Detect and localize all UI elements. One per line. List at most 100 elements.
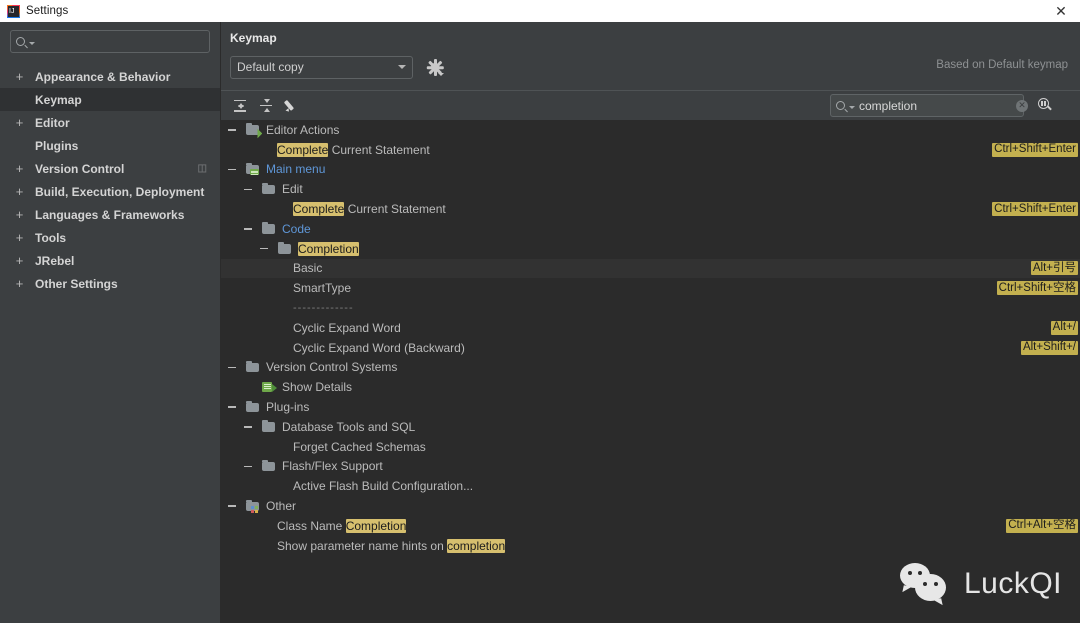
keymap-find-input[interactable] bbox=[855, 97, 1016, 114]
tree-row[interactable]: Plug-ins bbox=[221, 397, 1080, 417]
tree-row-text: Database Tools and SQL bbox=[282, 419, 416, 434]
sidebar-item-plugins[interactable]: +Plugins bbox=[0, 134, 220, 157]
tree-row[interactable]: Edit bbox=[221, 179, 1080, 199]
folder-icon bbox=[277, 242, 293, 256]
tree-row-content: Main menu bbox=[245, 162, 325, 176]
folder-icon bbox=[261, 459, 277, 473]
find-by-shortcut-button[interactable] bbox=[1036, 97, 1054, 115]
tree-row[interactable]: Completion bbox=[221, 239, 1080, 259]
expand-icon[interactable]: + bbox=[14, 231, 25, 244]
tree-row-text: ------------- bbox=[293, 302, 354, 315]
tree-row-content: Flash/Flex Support bbox=[261, 459, 383, 473]
keymap-dropdown[interactable]: Default copy bbox=[230, 55, 413, 79]
sidebar-item-languages-frameworks[interactable]: + Languages & Frameworks bbox=[0, 203, 220, 226]
keymap-find-box[interactable]: ✕ bbox=[830, 94, 1028, 117]
tree-collapse-toggle[interactable] bbox=[227, 501, 237, 511]
expand-icon[interactable]: + bbox=[14, 254, 25, 267]
tree-row-text: Current Statement bbox=[344, 202, 446, 217]
tree-collapse-toggle[interactable] bbox=[243, 224, 253, 234]
tree-row[interactable]: Show parameter name hints on completion bbox=[221, 536, 1080, 556]
tree-row-label: Editor Actions bbox=[266, 123, 339, 137]
edit-shortcut-button[interactable] bbox=[279, 94, 305, 118]
tree-row[interactable]: Show Details bbox=[221, 377, 1080, 397]
tree-row-content: Cyclic Expand Word (Backward) bbox=[293, 341, 465, 355]
sidebar-item-version-control[interactable]: + Version Control ◫ bbox=[0, 157, 220, 180]
tree-collapse-toggle[interactable] bbox=[227, 362, 237, 372]
tree-row[interactable]: Cyclic Expand Word (Backward) Alt+Shift+/ bbox=[221, 338, 1080, 358]
sidebar-item-label: Editor bbox=[35, 115, 70, 130]
tree-row-text: Active Flash Build Configuration... bbox=[293, 479, 474, 494]
search-input[interactable] bbox=[35, 33, 204, 50]
tree-row-label: Main menu bbox=[266, 162, 325, 176]
tree-row-label: Active Flash Build Configuration... bbox=[293, 479, 473, 493]
tree-collapse-toggle[interactable] bbox=[227, 164, 237, 174]
settings-sidebar: +Appearance & Behavior+Keymap + Editor +Plu… bbox=[0, 22, 221, 623]
sidebar-item-label: Other Settings bbox=[35, 276, 118, 291]
expand-icon[interactable]: + bbox=[14, 116, 25, 129]
tree-row[interactable]: Forget Cached Schemas bbox=[221, 437, 1080, 457]
tree-row[interactable]: Complete Current Statement Ctrl+Shift+Ent… bbox=[221, 140, 1080, 160]
tree-row-label: Cyclic Expand Word (Backward) bbox=[293, 341, 465, 355]
tree-row[interactable]: Version Control Systems bbox=[221, 358, 1080, 378]
tree-row[interactable]: Code bbox=[221, 219, 1080, 239]
expand-all-button[interactable] bbox=[227, 94, 253, 118]
sidebar-item-editor[interactable]: + Editor bbox=[0, 111, 220, 134]
tree-row[interactable]: Database Tools and SQL bbox=[221, 417, 1080, 437]
tree-row[interactable]: Other bbox=[221, 496, 1080, 516]
tree-row[interactable]: Cyclic Expand Word Alt+/ bbox=[221, 318, 1080, 338]
gear-icon[interactable] bbox=[426, 58, 444, 76]
expand-icon[interactable]: + bbox=[14, 162, 25, 175]
panel-header: Keymap Default copy Based on Default key… bbox=[221, 22, 1080, 79]
shortcut-badge: Alt+Shift+/ bbox=[1020, 340, 1078, 355]
expand-icon[interactable]: + bbox=[14, 70, 25, 83]
tree-collapse-toggle[interactable] bbox=[243, 422, 253, 432]
tree-row-content: Active Flash Build Configuration... bbox=[293, 479, 473, 493]
keymap-tree[interactable]: Editor Actions Complete Current Statement… bbox=[221, 120, 1080, 623]
close-icon[interactable]: ✕ bbox=[1050, 0, 1072, 22]
edit-pencil-icon bbox=[283, 99, 299, 113]
tree-row-text: Show parameter name hints on bbox=[277, 538, 448, 553]
sidebar-item-label: Build, Execution, Deployment bbox=[35, 184, 205, 199]
shortcut-badge: Ctrl+Shift+空格 bbox=[996, 281, 1078, 296]
sidebar-item-other-settings[interactable]: + Other Settings bbox=[0, 272, 220, 295]
expand-icon[interactable]: + bbox=[14, 208, 25, 221]
tree-row[interactable]: Main menu bbox=[221, 160, 1080, 180]
tree-row[interactable]: ------------- bbox=[221, 298, 1080, 318]
keymap-panel: Keymap Default copy Based on Default key… bbox=[221, 22, 1080, 623]
tree-row[interactable]: Flash/Flex Support bbox=[221, 457, 1080, 477]
tree-row[interactable]: Complete Current Statement Ctrl+Shift+Ent… bbox=[221, 199, 1080, 219]
sidebar-item-jrebel[interactable]: + JRebel bbox=[0, 249, 220, 272]
tree-collapse-toggle[interactable] bbox=[243, 461, 253, 471]
tree-row-text: Show Details bbox=[282, 380, 353, 395]
tree-row-text: Forget Cached Schemas bbox=[293, 439, 426, 454]
tree-row-label: Show parameter name hints on completion bbox=[277, 538, 506, 553]
tree-row[interactable]: Active Flash Build Configuration... bbox=[221, 476, 1080, 496]
sidebar-item-keymap[interactable]: +Keymap bbox=[0, 88, 220, 111]
sidebar-item-tools[interactable]: + Tools bbox=[0, 226, 220, 249]
sidebar-search-box[interactable] bbox=[10, 30, 210, 53]
collapse-all-button[interactable] bbox=[253, 94, 279, 118]
search-icon bbox=[836, 101, 845, 110]
tree-row[interactable]: Basic Alt+引号 bbox=[221, 258, 1080, 279]
tree-row-content: SmartType bbox=[293, 281, 351, 295]
tree-collapse-toggle[interactable] bbox=[227, 125, 237, 135]
expand-icon[interactable]: + bbox=[14, 277, 25, 290]
tree-row-text: Other bbox=[266, 499, 297, 514]
sidebar-item-appearance-behavior[interactable]: + Appearance & Behavior bbox=[0, 65, 220, 88]
sidebar-item-build-execution-deployment[interactable]: + Build, Execution, Deployment bbox=[0, 180, 220, 203]
folder-icon bbox=[261, 182, 277, 196]
tree-row[interactable]: Editor Actions bbox=[221, 120, 1080, 140]
tree-row-content: Edit bbox=[261, 182, 303, 196]
watermark-text: LuckQI bbox=[963, 567, 1062, 600]
tree-row-text: Class Name bbox=[277, 518, 346, 533]
tree-row-text: Version Control Systems bbox=[266, 360, 398, 375]
tree-row[interactable]: Class Name Completion Ctrl+Alt+空格 bbox=[221, 516, 1080, 536]
tree-collapse-toggle[interactable] bbox=[243, 184, 253, 194]
show-details-icon bbox=[261, 380, 277, 394]
clear-icon[interactable]: ✕ bbox=[1016, 99, 1028, 112]
expand-icon[interactable]: + bbox=[14, 185, 25, 198]
tree-row[interactable]: SmartType Ctrl+Shift+空格 bbox=[221, 278, 1080, 298]
tree-collapse-toggle[interactable] bbox=[227, 402, 237, 412]
sidebar-nav-list: +Appearance & Behavior+Keymap + Editor +Plu… bbox=[0, 65, 220, 295]
tree-collapse-toggle[interactable] bbox=[259, 244, 269, 254]
